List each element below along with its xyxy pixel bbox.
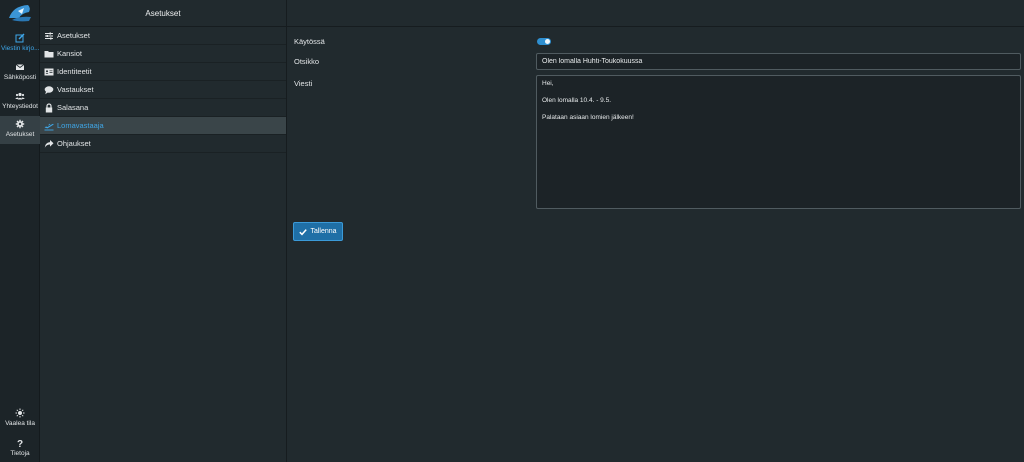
menu-item-identities[interactable]: Identiteetit — [40, 63, 286, 81]
app-logo[interactable] — [7, 3, 33, 23]
lock-icon — [44, 103, 54, 113]
menu-item-forwarding[interactable]: Ohjaukset — [40, 135, 286, 153]
speech-bubble-icon — [44, 85, 54, 95]
rail-label: Yhteystiedot — [2, 103, 38, 110]
svg-text:?: ? — [17, 439, 23, 448]
menu-item-label: Asetukset — [57, 31, 90, 40]
envelope-icon — [0, 62, 40, 74]
sliders-icon — [44, 31, 54, 41]
menu-item-label: Salasana — [57, 103, 89, 112]
settings-menu-title: Asetukset — [40, 0, 286, 27]
message-label: Viesti — [294, 79, 313, 88]
rail-label: Sähköposti — [3, 74, 37, 81]
menu-item-responses[interactable]: Vastaukset — [40, 81, 286, 99]
rail-label: Asetukset — [5, 131, 35, 138]
save-button[interactable]: Tallenna — [293, 222, 343, 241]
rail-label: Tietoja — [10, 450, 30, 457]
menu-item-preferences[interactable]: Asetukset — [40, 27, 286, 45]
sun-icon — [0, 408, 40, 420]
message-line — [542, 106, 1015, 115]
question-icon: ? — [0, 438, 40, 450]
menu-item-label: Vastaukset — [57, 85, 94, 94]
menu-item-label: Ohjaukset — [57, 139, 91, 148]
rail-item-compose[interactable]: Viestin kirjo... — [0, 30, 40, 58]
rail-label: Vaalea tila — [5, 420, 35, 427]
menu-item-label: Identiteetit — [57, 67, 92, 76]
enabled-label: Käytössä — [294, 37, 325, 46]
checkmark-icon — [299, 228, 308, 235]
rail-item-contacts[interactable]: Yhteystiedot — [0, 88, 40, 116]
menu-item-vacation-responder[interactable]: Lomavastaaja — [40, 117, 286, 135]
menu-item-label: Kansiot — [57, 49, 83, 58]
message-line: Hei, — [542, 80, 554, 87]
vacation-responder-panel: Käytössä Otsikko Viesti Hei, Olen lomall… — [287, 0, 1024, 462]
settings-menu: Asetukset Asetukset Kansiot Identiteetit… — [40, 0, 287, 462]
rail-item-light-mode[interactable]: Vaalea tila — [0, 405, 40, 433]
share-arrow-icon — [44, 139, 54, 149]
message-line: Olen lomalla 10.4. - 9.5. — [542, 97, 612, 104]
app-rail: Viestin kirjo... Sähköposti Yhteystiedot… — [0, 0, 40, 462]
enabled-toggle[interactable] — [537, 38, 551, 45]
id-card-icon — [44, 67, 54, 77]
rail-item-email[interactable]: Sähköposti — [0, 59, 40, 87]
rail-label: Viestin kirjo... — [1, 45, 40, 52]
menu-item-label: Lomavastaaja — [57, 121, 104, 130]
save-button-label: Tallenna — [310, 228, 337, 235]
compose-icon — [0, 33, 40, 45]
plane-departure-icon — [44, 121, 54, 131]
menu-item-password[interactable]: Salasana — [40, 99, 286, 117]
rail-item-settings[interactable]: Asetukset — [0, 116, 40, 144]
menu-item-folders[interactable]: Kansiot — [40, 45, 286, 63]
message-line — [542, 89, 1015, 98]
users-icon — [0, 91, 40, 103]
rail-item-about[interactable]: ? Tietoja — [0, 435, 40, 462]
subject-input[interactable] — [536, 53, 1021, 70]
gear-icon — [0, 119, 40, 131]
subject-label: Otsikko — [294, 57, 320, 66]
folder-icon — [44, 49, 54, 59]
message-line: Palataan asiaan lomien jälkeen! — [542, 114, 634, 121]
message-textarea[interactable]: Hei, Olen lomalla 10.4. - 9.5. Palataan … — [536, 75, 1021, 209]
panel-header — [287, 0, 1024, 27]
